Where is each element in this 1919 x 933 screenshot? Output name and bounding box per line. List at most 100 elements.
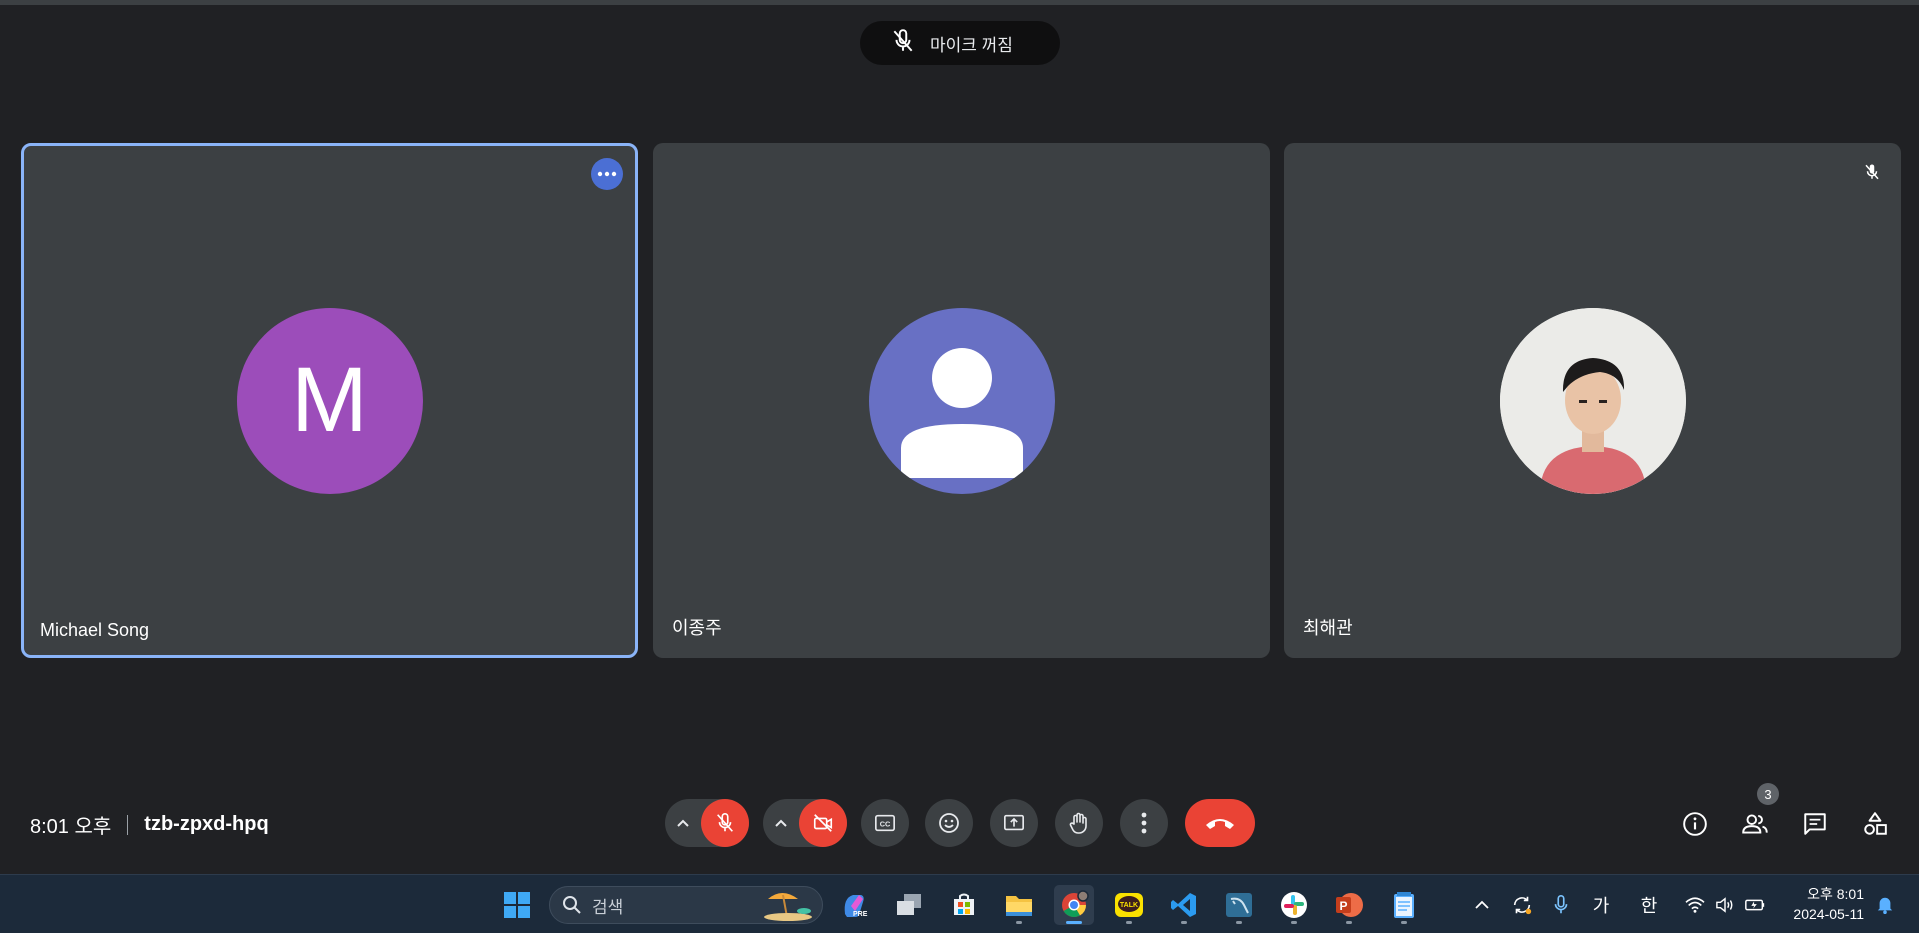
info-icon bbox=[1683, 812, 1707, 836]
volume-tray-icon[interactable] bbox=[1712, 889, 1738, 921]
activities-shapes-icon bbox=[1864, 812, 1887, 835]
copilot-icon: PRE bbox=[844, 895, 868, 918]
chat-icon bbox=[1804, 813, 1826, 835]
emoji-icon bbox=[939, 813, 959, 833]
running-indicator bbox=[1236, 921, 1242, 924]
chevron-up-icon bbox=[775, 819, 787, 827]
avatar: M bbox=[236, 307, 423, 494]
reactions-button[interactable] bbox=[925, 799, 973, 847]
leave-call-button[interactable] bbox=[1185, 799, 1255, 847]
more-options-button[interactable] bbox=[1120, 799, 1168, 847]
default-person-icon bbox=[900, 347, 1023, 478]
hand-icon bbox=[1069, 812, 1087, 834]
file-explorer-app[interactable] bbox=[999, 885, 1039, 925]
captions-button[interactable]: CC bbox=[861, 799, 909, 847]
raise-hand-button[interactable] bbox=[1055, 799, 1103, 847]
slack-icon bbox=[1281, 892, 1307, 918]
running-indicator bbox=[1401, 921, 1407, 924]
copilot-app[interactable]: PRE bbox=[834, 885, 874, 925]
microsoft-store-app[interactable] bbox=[944, 885, 984, 925]
running-indicator bbox=[1291, 921, 1297, 924]
speaker-icon bbox=[1716, 897, 1733, 913]
chrome-app[interactable] bbox=[1054, 885, 1094, 925]
ime-mode-indicator[interactable]: 가 bbox=[1588, 889, 1614, 921]
taskbar-search-box[interactable]: 검색 bbox=[549, 886, 823, 924]
clock-date: 2024-05-11 bbox=[1793, 906, 1864, 922]
more-options-control bbox=[1120, 799, 1168, 847]
meeting-details-button[interactable] bbox=[1673, 802, 1717, 846]
task-view-app[interactable] bbox=[889, 885, 929, 925]
raise-hand-control bbox=[1055, 799, 1103, 847]
battery-charging-icon bbox=[1745, 899, 1765, 911]
meeting-code: tzb-zpxd-hpq bbox=[144, 813, 269, 835]
avatar-letter: M bbox=[291, 349, 368, 451]
participant-name: 최해관 bbox=[1303, 618, 1353, 638]
camera-options-button[interactable] bbox=[763, 799, 799, 847]
microphone-icon bbox=[1554, 895, 1568, 914]
activities-button[interactable] bbox=[1853, 802, 1897, 846]
mysql-workbench-app[interactable] bbox=[1219, 885, 1259, 925]
profile-photo bbox=[1499, 307, 1686, 494]
wifi-icon bbox=[1685, 897, 1705, 913]
microphone-tray-icon[interactable] bbox=[1550, 889, 1572, 921]
people-button[interactable] bbox=[1733, 802, 1777, 846]
mic-off-icon bbox=[890, 28, 916, 59]
show-hidden-icons-button[interactable] bbox=[1470, 889, 1494, 921]
mic-options-button[interactable] bbox=[665, 799, 701, 847]
folder-icon bbox=[1006, 896, 1032, 916]
people-count-badge: 3 bbox=[1757, 783, 1779, 805]
windows-logo-icon bbox=[504, 892, 530, 918]
kakaotalk-icon: TALK bbox=[1115, 893, 1143, 917]
vscode-app[interactable] bbox=[1164, 885, 1204, 925]
running-indicator bbox=[1066, 921, 1082, 924]
tile-more-options-button[interactable] bbox=[591, 158, 623, 190]
present-screen-icon bbox=[1004, 814, 1024, 831]
avatar-photo bbox=[1499, 307, 1686, 494]
wifi-tray-icon[interactable] bbox=[1682, 889, 1708, 921]
meeting-time: 8:01 오후 bbox=[30, 816, 112, 838]
participant-tile-michael-song[interactable]: M Michael Song bbox=[21, 143, 638, 658]
ime-language-indicator[interactable]: 한 bbox=[1636, 889, 1662, 921]
hang-up-icon bbox=[1206, 819, 1234, 829]
muted-mic-icon bbox=[1857, 157, 1887, 187]
reactions-control bbox=[925, 799, 973, 847]
participant-name: Michael Song bbox=[40, 620, 150, 640]
start-button[interactable] bbox=[497, 885, 537, 925]
more-horizontal-icon bbox=[597, 171, 617, 177]
microphone-button[interactable] bbox=[701, 799, 749, 847]
sync-tray-icon[interactable] bbox=[1508, 889, 1536, 921]
meeting-info: 8:01 오후 tzb-zpxd-hpq bbox=[30, 810, 269, 839]
camera-off-icon bbox=[813, 814, 833, 832]
present-screen-button[interactable] bbox=[990, 799, 1038, 847]
participant-tile-2[interactable]: 이종주 bbox=[653, 143, 1270, 658]
chrome-icon bbox=[1062, 890, 1089, 918]
search-icon bbox=[563, 896, 581, 914]
camera-button[interactable] bbox=[799, 799, 847, 847]
running-indicator bbox=[1346, 921, 1352, 924]
chevron-up-icon bbox=[677, 819, 689, 827]
avatar bbox=[868, 307, 1055, 494]
battery-tray-icon[interactable] bbox=[1742, 889, 1768, 921]
mic-off-toast: 마이크 꺼짐 bbox=[860, 21, 1060, 65]
kakaotalk-app[interactable]: TALK bbox=[1109, 885, 1149, 925]
vscode-icon bbox=[1171, 893, 1196, 917]
closed-captions-icon: CC bbox=[875, 814, 895, 832]
chat-button[interactable] bbox=[1793, 802, 1837, 846]
slack-app[interactable] bbox=[1274, 885, 1314, 925]
svg-text:TALK: TALK bbox=[1120, 902, 1138, 909]
participant-tile-3[interactable]: 최해관 bbox=[1284, 143, 1901, 658]
running-indicator bbox=[1016, 921, 1022, 924]
notepad-app[interactable] bbox=[1384, 885, 1424, 925]
svg-text:P: P bbox=[1339, 899, 1347, 913]
participant-name: 이종주 bbox=[672, 618, 722, 638]
toast-text: 마이크 꺼짐 bbox=[930, 35, 1013, 55]
chevron-up-icon bbox=[1475, 900, 1489, 909]
windows-taskbar: 검색 PRE TALK P 가 한 오후 8:01 2024-05-11 bbox=[0, 874, 1919, 933]
powerpoint-app[interactable]: P bbox=[1329, 885, 1369, 925]
taskbar-clock[interactable]: 오후 8:01 2024-05-11 bbox=[1784, 884, 1864, 924]
notifications-button[interactable] bbox=[1874, 889, 1896, 921]
divider bbox=[127, 814, 129, 835]
task-view-icon bbox=[897, 894, 921, 915]
present-control bbox=[990, 799, 1038, 847]
camera-pill bbox=[763, 799, 847, 847]
